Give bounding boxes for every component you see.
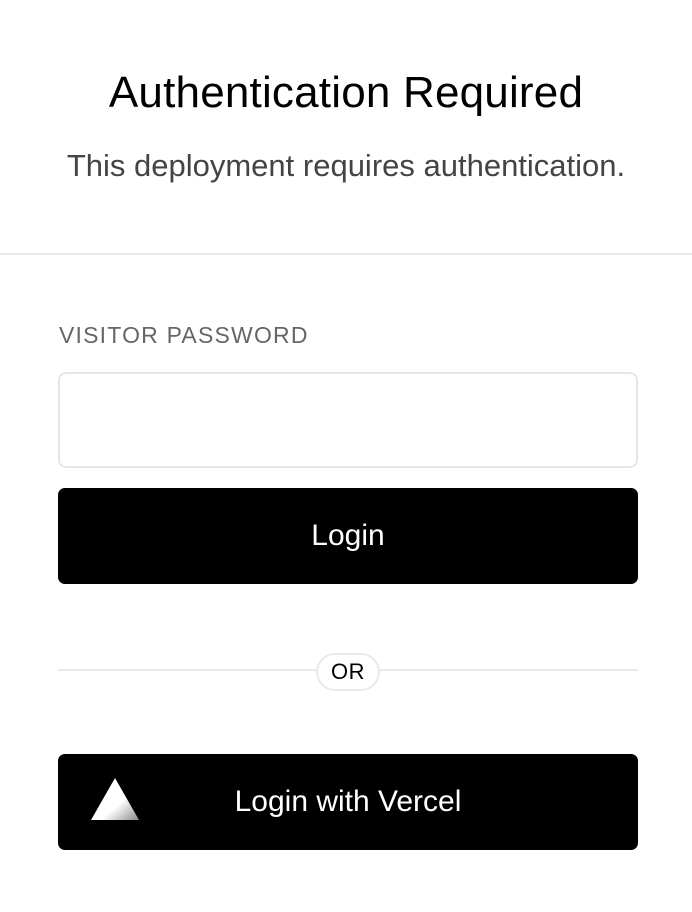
login-button[interactable]: Login xyxy=(58,488,638,584)
page-title: Authentication Required xyxy=(108,68,584,117)
login-with-vercel-button[interactable]: Login with Vercel xyxy=(58,754,638,850)
vercel-button-label: Login with Vercel xyxy=(234,785,462,818)
password-input[interactable] xyxy=(58,372,638,468)
page-subtitle: This deployment requires authentication. xyxy=(66,148,626,183)
or-separator: OR xyxy=(316,653,380,691)
auth-header: Authentication Required This deployment … xyxy=(0,0,692,255)
auth-page: Authentication Required This deployment … xyxy=(0,0,692,912)
password-label: VISITOR PASSWORD xyxy=(59,322,309,348)
vercel-triangle-icon xyxy=(91,778,139,820)
